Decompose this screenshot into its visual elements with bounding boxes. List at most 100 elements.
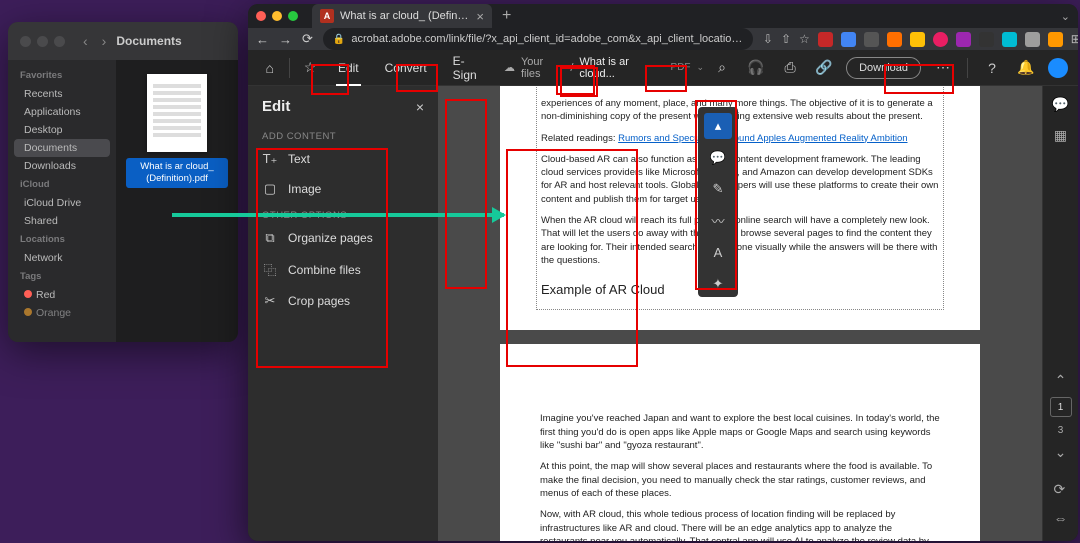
document-area[interactable]: experiences of any moment, place, and ma… bbox=[438, 86, 1042, 541]
ext-icon[interactable] bbox=[933, 32, 948, 47]
floating-edit-toolbar: ▴ 💬 ✎ 〰 A ✦ bbox=[698, 107, 738, 297]
textbox-tool-icon[interactable]: A bbox=[704, 240, 732, 266]
text-icon: T₊ bbox=[262, 151, 278, 167]
acrobat-favicon-icon: A bbox=[320, 9, 334, 23]
cloud-icon: ☁ bbox=[504, 61, 515, 74]
page-number-input[interactable]: 1 bbox=[1050, 397, 1072, 417]
panel-title: Edit bbox=[262, 98, 290, 115]
tag-red[interactable]: Red bbox=[8, 286, 116, 304]
breadcrumb: ☁ Your files / What is ar cloud... PDF ⌄ bbox=[504, 56, 704, 80]
comment-icon[interactable]: 💬 bbox=[1052, 96, 1069, 113]
comment-tool-icon[interactable]: 💬 bbox=[704, 145, 732, 171]
related-link[interactable]: Rumors and Speculation Around Apples Aug… bbox=[618, 133, 907, 144]
combine-files-button[interactable]: ⿻ Combine files bbox=[248, 253, 438, 286]
finder-traffic-lights[interactable] bbox=[20, 36, 65, 47]
ext-icon[interactable] bbox=[1048, 32, 1063, 47]
finder-title: Documents bbox=[116, 34, 181, 48]
zoom-in-icon[interactable]: ⊕ bbox=[1054, 538, 1068, 541]
browser-traffic-lights[interactable] bbox=[256, 11, 298, 21]
back-icon[interactable]: ‹ bbox=[83, 33, 88, 49]
grid-icon[interactable]: ▦ bbox=[1054, 127, 1067, 144]
extensions-icon[interactable]: ⊞ bbox=[1071, 32, 1078, 46]
file-item[interactable]: What is ar cloud_ (Definition).pdf bbox=[126, 74, 228, 188]
ext-icon[interactable] bbox=[1025, 32, 1040, 47]
tab-esign[interactable]: E-Sign bbox=[443, 54, 498, 82]
chevron-down-icon[interactable]: ⌄ bbox=[1061, 10, 1070, 23]
lock-icon: 🔒 bbox=[333, 34, 345, 45]
ext-icon[interactable] bbox=[979, 32, 994, 47]
organize-icon: ⧉ bbox=[262, 230, 278, 246]
sidebar-item-recents[interactable]: Recents bbox=[8, 85, 116, 103]
page-up-icon[interactable]: ⌃ bbox=[1055, 372, 1067, 389]
file-name: What is ar cloud_ (Definition).pdf bbox=[126, 158, 228, 188]
ext-icon[interactable] bbox=[887, 32, 902, 47]
acrobat-app: ⌂ ☆ Edit Convert E-Sign ☁ Your files / W… bbox=[248, 50, 1078, 541]
browser-window: A What is ar cloud_ (Definition) × + ⌄ ←… bbox=[248, 4, 1078, 541]
tab-edit[interactable]: Edit bbox=[328, 54, 369, 82]
new-tab-button[interactable]: + bbox=[502, 7, 511, 25]
share-icon[interactable]: ⇧ bbox=[781, 32, 791, 46]
ext-icon[interactable] bbox=[864, 32, 879, 47]
chevron-down-icon[interactable]: ⌄ bbox=[697, 62, 705, 73]
link-icon[interactable]: 🔗 bbox=[812, 56, 836, 80]
edit-side-panel: Edit × ADD CONTENT T₊ Text ▢ Image OTHER… bbox=[248, 86, 438, 541]
finder-titlebar: ‹ › Documents bbox=[8, 22, 238, 60]
install-icon[interactable]: ⇩ bbox=[763, 32, 773, 46]
pdf-thumbnail-icon bbox=[147, 74, 207, 152]
help-icon[interactable]: ? bbox=[980, 56, 1004, 80]
reload-button[interactable]: ⟳ bbox=[302, 31, 313, 47]
sidebar-item-applications[interactable]: Applications bbox=[8, 103, 116, 121]
ext-icon[interactable] bbox=[841, 32, 856, 47]
close-panel-icon[interactable]: × bbox=[416, 99, 424, 115]
url-bar: ← → ⟳ 🔒 acrobat.adobe.com/link/file/?x_a… bbox=[248, 28, 1078, 50]
close-tab-icon[interactable]: × bbox=[476, 9, 484, 24]
download-button[interactable]: Download bbox=[846, 57, 921, 79]
finder-window: ‹ › Documents Favorites Recents Applicat… bbox=[8, 22, 238, 342]
crop-pages-button[interactable]: ✂ Crop pages bbox=[248, 286, 438, 316]
more-icon[interactable]: ⋯ bbox=[931, 56, 955, 80]
sidebar-item-downloads[interactable]: Downloads bbox=[8, 157, 116, 175]
star-tool-icon[interactable]: ☆ bbox=[298, 56, 321, 80]
rotate-icon[interactable]: ⟳ bbox=[1054, 481, 1068, 498]
app-toolbar: ⌂ ☆ Edit Convert E-Sign ☁ Your files / W… bbox=[248, 50, 1078, 86]
page-total: 3 bbox=[1058, 425, 1064, 436]
sidebar-item-shared[interactable]: Shared bbox=[8, 212, 116, 230]
sidebar-item-desktop[interactable]: Desktop bbox=[8, 121, 116, 139]
tab-convert[interactable]: Convert bbox=[375, 54, 437, 82]
home-icon[interactable]: ⌂ bbox=[258, 56, 281, 80]
select-tool-icon[interactable]: ▴ bbox=[704, 113, 732, 139]
headphones-icon[interactable]: 🎧 bbox=[744, 56, 768, 80]
bell-icon[interactable]: 🔔 bbox=[1014, 56, 1038, 80]
forward-icon[interactable]: › bbox=[102, 33, 107, 49]
ext-icon[interactable] bbox=[956, 32, 971, 47]
star-icon[interactable]: ☆ bbox=[799, 32, 810, 46]
combine-icon: ⿻ bbox=[262, 260, 278, 279]
account-avatar[interactable] bbox=[1048, 58, 1068, 78]
add-image-button[interactable]: ▢ Image bbox=[248, 174, 438, 204]
ext-abp-icon[interactable] bbox=[818, 32, 833, 47]
sidebar-item-network[interactable]: Network bbox=[8, 249, 116, 267]
sidebar-item-documents[interactable]: Documents bbox=[14, 139, 110, 157]
erase-tool-icon[interactable]: ✦ bbox=[704, 271, 732, 297]
tag-orange[interactable]: Orange bbox=[8, 304, 116, 322]
organize-pages-button[interactable]: ⧉ Organize pages bbox=[248, 223, 438, 253]
page-down-icon[interactable]: ⌄ bbox=[1055, 444, 1067, 461]
forward-button[interactable]: → bbox=[279, 32, 292, 47]
sidebar-item-icloud-drive[interactable]: iCloud Drive bbox=[8, 194, 116, 212]
print-icon[interactable]: ⎙ bbox=[778, 56, 802, 80]
search-icon[interactable]: ⌕ bbox=[710, 56, 734, 80]
draw-tool-icon[interactable]: 〰 bbox=[704, 208, 732, 234]
add-text-button[interactable]: T₊ Text bbox=[248, 144, 438, 174]
pdf-page[interactable]: experiences of any moment, place, and ma… bbox=[500, 86, 980, 330]
heading-example: Example of AR Cloud bbox=[541, 281, 939, 299]
address-bar[interactable]: 🔒 acrobat.adobe.com/link/file/?x_api_cli… bbox=[323, 28, 753, 50]
fit-width-icon[interactable]: ⇔ bbox=[1054, 510, 1068, 526]
right-rail: 💬 ▦ ⌃ 1 3 ⌄ ⟳ ⇔ ⊕ ⊖ bbox=[1042, 86, 1078, 541]
back-button[interactable]: ← bbox=[256, 32, 269, 47]
ext-icon[interactable] bbox=[910, 32, 925, 47]
ext-icon[interactable] bbox=[1002, 32, 1017, 47]
browser-tab[interactable]: A What is ar cloud_ (Definition) × bbox=[312, 4, 492, 28]
image-icon: ▢ bbox=[262, 181, 278, 197]
pdf-page[interactable]: Imagine you've reached Japan and want to… bbox=[500, 344, 980, 541]
highlight-tool-icon[interactable]: ✎ bbox=[704, 176, 732, 202]
